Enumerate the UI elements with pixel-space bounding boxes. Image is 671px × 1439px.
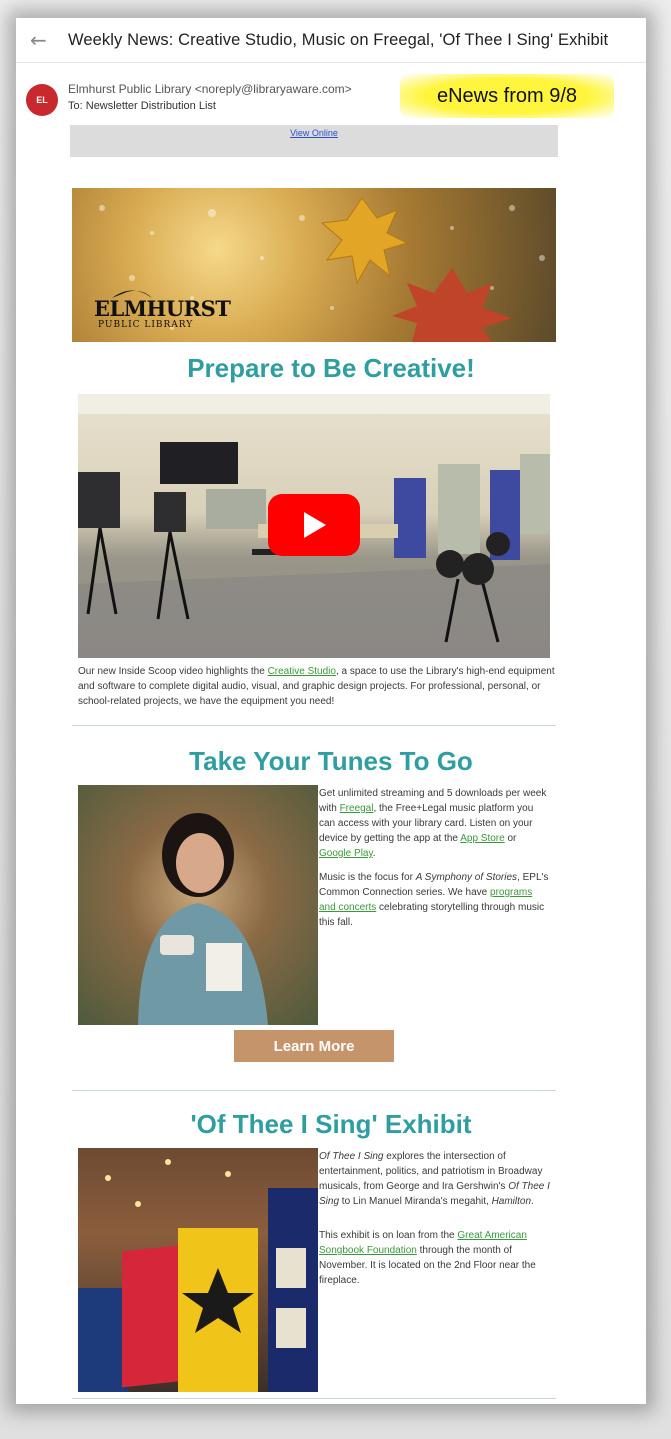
view-online-bar: View Online [70,125,558,157]
creative-studio-text: Our new Inside Scoop video highlights th… [78,664,556,709]
enews-date-note: eNews from 9/8 [400,74,614,118]
learn-more-button[interactable]: Learn More [234,1030,394,1062]
woman-photo-svg [138,813,268,1025]
sender-avatar[interactable]: EL [26,84,58,116]
elmhurst-logo: ELMHURST [94,296,231,321]
sender-from: Elmhurst Public Library <noreply@library… [68,82,352,96]
subject-bar: ← Weekly News: Creative Studio, Music on… [16,18,646,63]
exhibit-text-2: This exhibit is on loan from the Great A… [319,1228,551,1288]
view-online-link[interactable]: View Online [290,128,338,138]
library-banner: ELMHURST PUBLIC LIBRARY [72,188,556,342]
exhibit-banners-image [78,1148,318,1392]
freegal-text-d: . [372,848,376,859]
google-play-link[interactable]: Google Play [319,848,373,859]
play-icon [304,512,326,538]
symphony-text: Music is the focus for A Symphony of Sto… [319,870,551,930]
woman-with-phone-image [78,785,318,1025]
exhibit-title-italic: Of Thee I Sing [319,1151,384,1162]
heading-of-thee-i-sing: 'Of Thee I Sing' Exhibit [190,1109,472,1139]
app-store-link[interactable]: App Store [460,833,504,844]
play-button[interactable] [268,494,360,556]
creative-studio-video[interactable] [78,394,550,658]
symphony-text-a: Music is the focus for [319,872,416,883]
exhibit-text-1: Of Thee I Sing explores the intersection… [319,1149,551,1209]
elmhurst-logo-sub: PUBLIC LIBRARY [98,320,194,330]
heading-prepare-creative: Prepare to Be Creative! [187,353,475,383]
creative-text-part1: Our new Inside Scoop video highlights th… [78,666,268,677]
creative-studio-link[interactable]: Creative Studio [268,666,336,677]
divider-3 [72,1398,556,1399]
freegal-text: Get unlimited streaming and 5 downloads … [319,786,551,861]
exhibit-text-b: to Lin Manuel Miranda's megahit, [339,1196,492,1207]
recipient-line: To: Newsletter Distribution List [68,100,216,112]
exhibit-photo-svg [78,1159,318,1392]
email-window: ← Weekly News: Creative Studio, Music on… [16,18,646,1404]
symphony-title: A Symphony of Stories [415,872,518,883]
email-subject: Weekly News: Creative Studio, Music on F… [68,31,609,49]
heading-tunes-to-go: Take Your Tunes To Go [189,746,473,776]
to-value: Newsletter Distribution List [85,100,216,112]
divider-2 [72,1090,556,1091]
exhibit-loan-text-a: This exhibit is on loan from the [319,1230,458,1241]
divider-1 [72,725,556,726]
back-arrow-icon[interactable]: ← [30,30,50,50]
exhibit-text-c: . [531,1196,534,1207]
freegal-text-c: or [504,833,517,844]
hamilton-italic: Hamilton [491,1196,532,1207]
to-label: To: [68,100,83,112]
freegal-link[interactable]: Freegal [340,803,374,814]
